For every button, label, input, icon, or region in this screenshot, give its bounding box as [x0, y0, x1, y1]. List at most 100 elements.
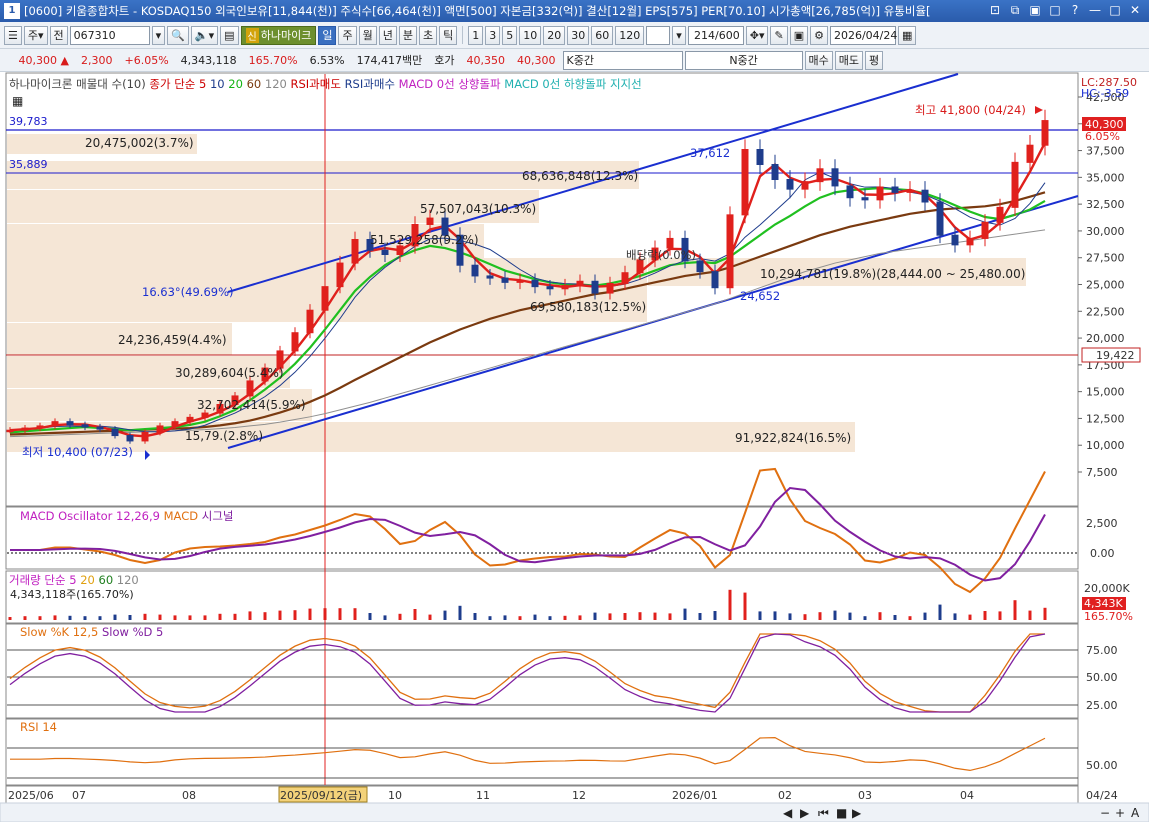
legend-sma60[interactable]: 60 — [247, 77, 262, 91]
tab-day[interactable]: 일 — [318, 25, 337, 45]
menu-icon[interactable]: ☰ — [4, 25, 22, 45]
legend-macd-down[interactable]: MACD 0선 하향돌파 — [504, 77, 606, 91]
signal-label[interactable]: 시그널 — [202, 509, 234, 523]
copy-icon[interactable]: ⧉ — [1007, 3, 1023, 19]
high-arrow-icon — [1035, 106, 1043, 114]
date-input[interactable]: 2026/04/24 — [829, 25, 897, 45]
tools-icon[interactable]: ✥▾ — [745, 25, 769, 45]
minute-20[interactable]: 20 — [543, 25, 566, 45]
candle-body — [351, 239, 359, 264]
legend-rsi-oversold[interactable]: RSI과매도 — [290, 77, 340, 91]
stoch-tick: 75.00 — [1086, 644, 1118, 657]
tab-month[interactable]: 월 — [358, 25, 377, 45]
minimize-icon[interactable]: — — [1087, 3, 1103, 19]
candle-body — [576, 280, 584, 287]
tab-week[interactable]: 주 — [338, 25, 357, 45]
minute-120[interactable]: 120 — [615, 25, 645, 45]
close-icon[interactable]: ✕ — [1127, 3, 1143, 19]
volume-bar — [503, 615, 507, 620]
volume-sma5-label[interactable]: 단순 5 — [44, 573, 76, 587]
stock-chart[interactable]: 42,50040,00037,50035,00032,50030,00027,5… — [0, 72, 1149, 822]
settings-icon[interactable]: ⚙ — [810, 25, 828, 45]
chart-type-icon[interactable]: ▤ — [220, 25, 239, 45]
period-select[interactable]: 주 ▾ — [23, 25, 48, 45]
window-title: [0600] 키움종합차트 - KOSDAQ150 외국인보유[11,844(천… — [24, 4, 931, 18]
legend-sma10[interactable]: 10 — [210, 77, 225, 91]
tab-second[interactable]: 초 — [418, 25, 438, 45]
slow-d-line — [9, 633, 1046, 713]
buy-button[interactable]: 매수 — [804, 50, 833, 70]
help-icon[interactable]: ? — [1067, 3, 1083, 19]
sell-button[interactable]: 매도 — [834, 50, 864, 70]
candle-body — [831, 168, 839, 187]
candle-body — [726, 214, 734, 289]
candle-body — [246, 380, 254, 397]
legend-macd-up[interactable]: MACD 0선 상향돌파 — [399, 77, 501, 91]
macd-osc-label[interactable]: MACD Oscillator 12,26,9 — [20, 509, 160, 523]
dividend-label: 배당락(0.0%) — [626, 248, 696, 262]
date-tick: 02 — [778, 789, 792, 802]
tab-tick[interactable]: 틱 — [439, 25, 458, 45]
legend-rsi-overbought[interactable]: RSI과매수 — [345, 77, 395, 91]
grid-icon[interactable]: ▦ — [12, 94, 23, 108]
minute-60[interactable]: 60 — [591, 25, 614, 45]
stock-code-input[interactable]: 067310 — [69, 25, 150, 45]
volume-bar — [98, 616, 102, 620]
volume-bar — [143, 613, 147, 620]
square-icon[interactable]: □ — [1047, 3, 1063, 19]
search-icon[interactable]: 🔍 — [167, 25, 189, 45]
volume-bar — [188, 615, 192, 620]
axis-tick-label: 7,500 — [1086, 466, 1118, 479]
minute-3[interactable]: 3 — [485, 25, 501, 45]
candle-body — [66, 421, 74, 426]
minute-1[interactable]: 1 — [468, 25, 484, 45]
tile-icon[interactable]: ▣ — [1027, 3, 1043, 19]
custom-minute-input[interactable] — [646, 25, 671, 45]
code-dropdown-icon[interactable]: ▾ — [151, 25, 166, 45]
volume-sma120-label[interactable]: 120 — [117, 573, 139, 587]
candle-body — [426, 217, 434, 225]
stock-name[interactable]: 신 하나마이크 — [240, 25, 317, 45]
macd-label[interactable]: MACD — [164, 509, 198, 523]
legend-sma5[interactable]: 종가 단순 5 — [149, 77, 206, 91]
link-icon[interactable]: ⊡ — [987, 3, 1003, 19]
legend-support[interactable]: 지지선 — [610, 77, 642, 91]
n-mid-field[interactable]: N중간 — [684, 50, 803, 70]
maximize-icon[interactable]: □ — [1107, 3, 1123, 19]
legend-profile[interactable]: 하나마이크론 매물대 수(10) — [9, 77, 146, 91]
volume-bar — [923, 612, 927, 620]
legend-sma120[interactable]: 120 — [265, 77, 287, 91]
turnover-value: 6.53% — [309, 53, 345, 67]
save-icon[interactable]: ▣ — [789, 25, 809, 45]
profile-label: 32,702,414(5.9%) — [197, 398, 306, 412]
tab-year[interactable]: 년 — [378, 25, 397, 45]
volume-sma60-label[interactable]: 60 — [99, 573, 114, 587]
speaker-icon[interactable]: 🔈▾ — [190, 25, 219, 45]
count-input[interactable]: 214/600 — [687, 25, 744, 45]
minute-30[interactable]: 30 — [567, 25, 590, 45]
volume-bar — [608, 613, 612, 620]
legend-sma20[interactable]: 20 — [228, 77, 243, 91]
eval-button[interactable]: 평 — [865, 50, 884, 70]
rsi-legend[interactable]: RSI 14 — [20, 720, 57, 734]
candle-body — [771, 164, 779, 180]
tab-minute[interactable]: 분 — [398, 25, 417, 45]
minute-5[interactable]: 5 — [502, 25, 518, 45]
custom-minute-dropdown-icon[interactable]: ▾ — [672, 25, 686, 45]
volume-sma20-label[interactable]: 20 — [80, 573, 95, 587]
volume-bar — [908, 616, 912, 620]
draw-icon[interactable]: ✎ — [770, 25, 788, 45]
all-button[interactable]: 전 — [49, 25, 68, 45]
screen-number[interactable]: 1 — [4, 3, 20, 19]
ask-price: 40,350 — [466, 53, 506, 67]
main-legend: 하나마이크론 매물대 수(10) 종가 단순 5 10 20 60 120 RS… — [9, 76, 642, 92]
calendar-icon[interactable]: ▦ — [897, 25, 917, 45]
candle-body — [906, 189, 914, 193]
candle-body — [846, 185, 854, 199]
slow-d-label[interactable]: Slow %D 5 — [102, 625, 163, 639]
slow-k-label[interactable]: Slow %K 12,5 — [20, 625, 98, 639]
candle-body — [966, 237, 974, 246]
k-mid-field[interactable]: K중간 — [562, 50, 683, 70]
minute-10[interactable]: 10 — [519, 25, 542, 45]
volume-label[interactable]: 거래량 — [9, 573, 41, 587]
